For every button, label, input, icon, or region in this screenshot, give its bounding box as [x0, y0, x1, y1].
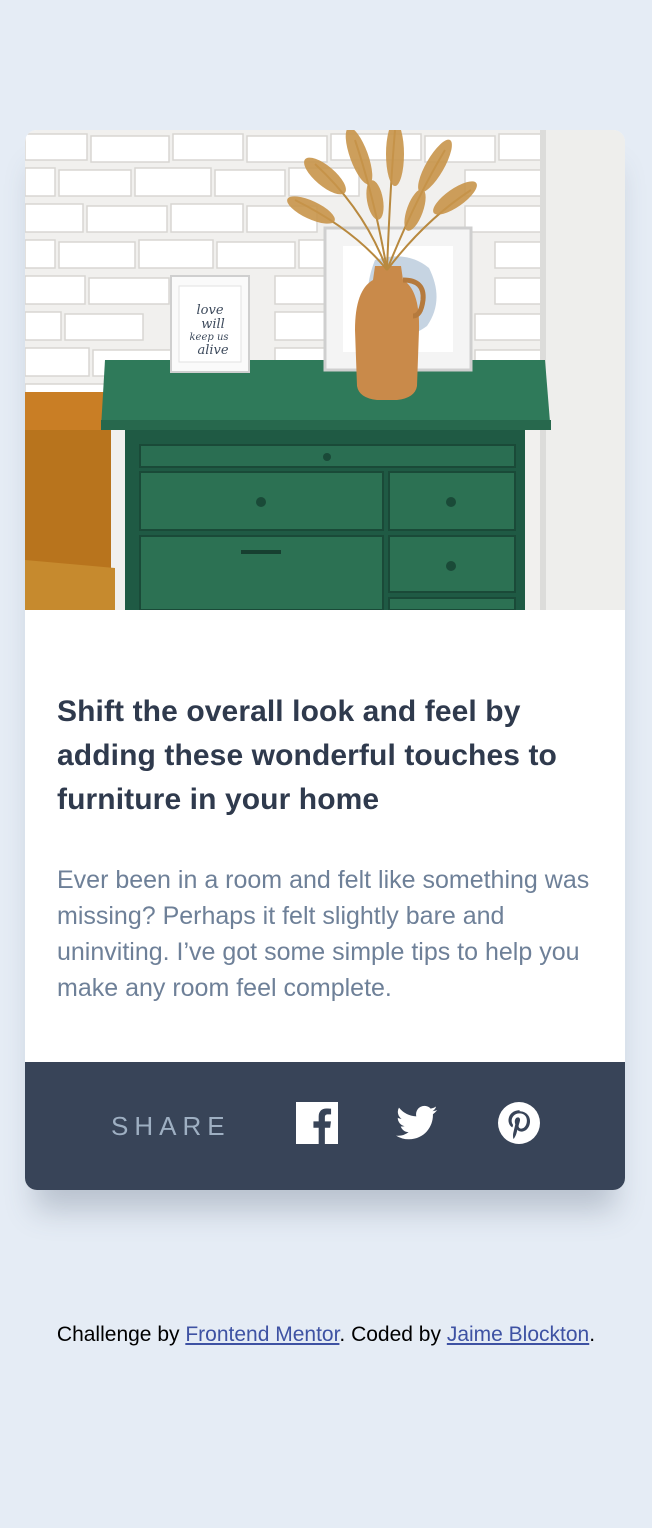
article-description: Ever been in a room and felt like someth…	[57, 866, 590, 1002]
share-label: SHARE	[111, 1111, 231, 1141]
attribution-suffix: .	[589, 1323, 596, 1346]
facebook-icon[interactable]	[296, 1102, 338, 1144]
frontend-mentor-link[interactable]: Frontend Mentor	[185, 1323, 339, 1346]
svg-text:will: will	[201, 317, 225, 332]
article-content: Shift the overall look and feel by addin…	[57, 690, 597, 1006]
svg-text:alive: alive	[197, 343, 228, 358]
pinterest-icon[interactable]	[498, 1102, 540, 1144]
attribution-footer: Challenge by Frontend Mentor. Coded by J…	[0, 1318, 652, 1352]
hero-image: love will keep us alive	[25, 130, 625, 610]
svg-text:keep us: keep us	[189, 332, 228, 343]
share-bar: SHARE	[25, 1062, 625, 1190]
article-title: Shift the overall look and feel by addin…	[57, 695, 557, 816]
drawers-photo: love will keep us alive	[25, 130, 625, 610]
attribution-middle: . Coded by	[339, 1323, 447, 1346]
attribution-prefix: Challenge by	[56, 1323, 186, 1346]
article-card: love will keep us alive Shift the overal…	[25, 130, 625, 1190]
svg-text:love: love	[196, 303, 223, 318]
author-link[interactable]: Jaime Blockton	[447, 1323, 589, 1346]
twitter-icon[interactable]	[396, 1102, 438, 1144]
